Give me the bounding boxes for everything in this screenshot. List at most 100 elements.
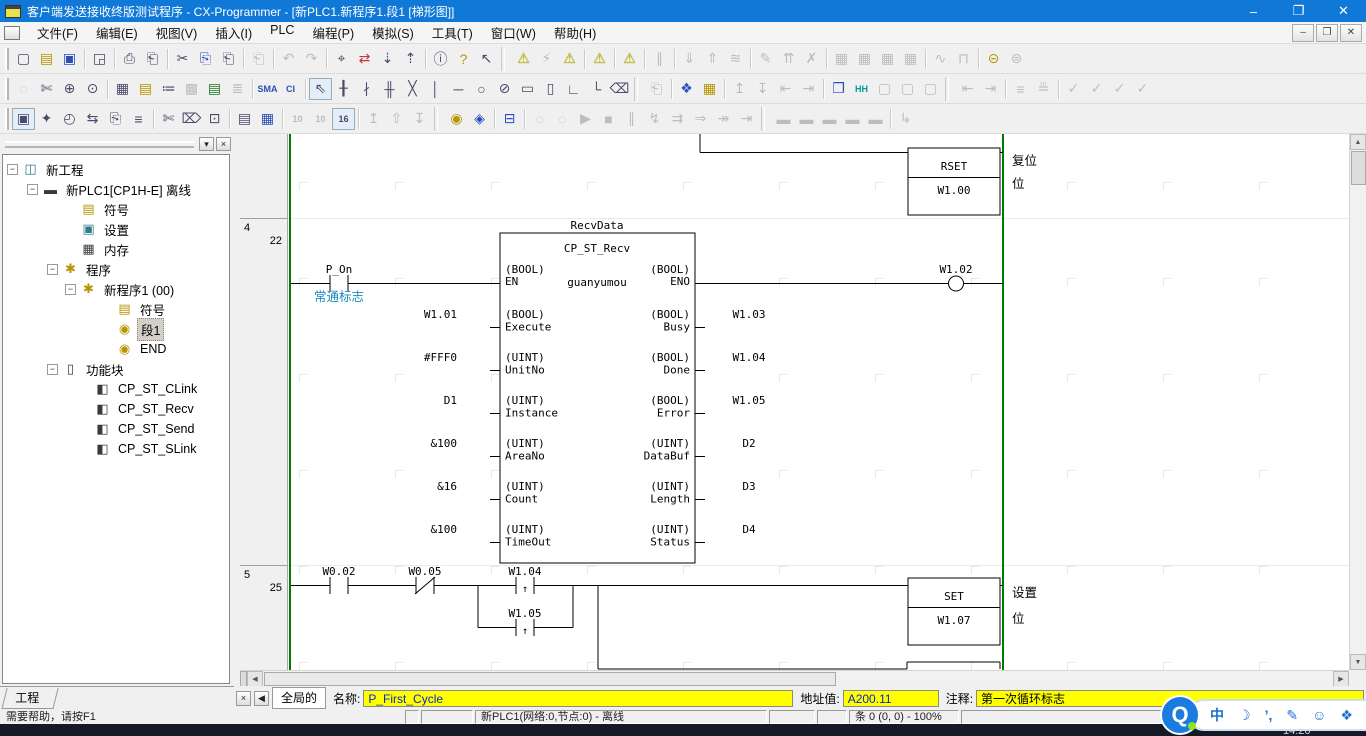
run-mode-button[interactable]: ▶ <box>574 108 597 130</box>
block-end-button[interactable]: ⇥ <box>797 78 820 100</box>
symbol-name-field[interactable]: P_First_Cycle <box>363 690 793 707</box>
new-coil-button[interactable]: ○ <box>470 78 493 100</box>
tree-item-fb-cp-st-clink[interactable]: ◧ CP_ST_CLink <box>3 379 229 399</box>
symbol-address-field[interactable]: A200.11 <box>843 690 939 707</box>
stop-mode-button[interactable]: ■ <box>597 108 620 130</box>
zoom-tool-button[interactable]: ✄ <box>35 78 58 100</box>
toolbar-grip[interactable] <box>5 108 9 130</box>
online-edit-button[interactable]: ✎ <box>754 48 777 70</box>
new-file-button[interactable]: ▢ <box>12 48 35 70</box>
toolbar-gap[interactable] <box>498 48 512 70</box>
pause-mode-button[interactable]: ∥ <box>620 108 643 130</box>
scroll-down-button[interactable]: ▼ <box>1350 654 1366 670</box>
menu-help[interactable]: 帮助(H) <box>545 20 605 45</box>
ime-halfwidth-icon[interactable]: ☽ <box>1238 707 1251 724</box>
time-chart-button[interactable]: ⊓ <box>952 48 975 70</box>
step-in-button[interactable]: ⇉ <box>666 108 689 130</box>
menu-simulation[interactable]: 模拟(S) <box>363 20 423 45</box>
pane-splitter-handle[interactable] <box>240 671 247 687</box>
toggle-output-button[interactable]: ✦ <box>35 108 58 130</box>
pause-button[interactable]: ∥ <box>648 48 671 70</box>
ime-language-icon[interactable]: 中 <box>1210 705 1224 725</box>
toggle-watch-button[interactable]: ◴ <box>58 108 81 130</box>
toolbar-gap[interactable] <box>758 108 772 130</box>
differential-monitor-button[interactable]: ∿ <box>929 48 952 70</box>
horizontal-scroll-thumb[interactable] <box>264 672 836 686</box>
tree-item-settings[interactable]: ▣ 设置 <box>3 219 229 239</box>
workspace-dropdown-button[interactable]: ▾ <box>199 137 214 151</box>
diff-3-button[interactable]: ✓ <box>1108 78 1131 100</box>
diff-4-button[interactable]: ✓ <box>1131 78 1154 100</box>
new-function-button[interactable]: ∟ <box>562 78 585 100</box>
insert-program-button[interactable]: ❖ <box>675 78 698 100</box>
hex-display-button[interactable]: 16 <box>332 108 355 130</box>
new-pt-instruction-button[interactable]: ▯ <box>539 78 562 100</box>
menu-insert[interactable]: 插入(I) <box>206 20 261 45</box>
ime-punctuation-icon[interactable]: ’, <box>1265 707 1273 723</box>
return-line-button[interactable]: └ <box>585 78 608 100</box>
mdi-restore-button[interactable]: ❐ <box>1316 24 1338 42</box>
pause-trigger-button[interactable]: ◌ <box>551 108 574 130</box>
timer-counter-button[interactable]: ▦ <box>698 78 721 100</box>
cut-button[interactable]: ✂ <box>171 48 194 70</box>
tree-item-project[interactable]: − ◫ 新工程 <box>3 159 229 179</box>
align-top-button[interactable]: ≞ <box>1032 78 1055 100</box>
insert-rung-button[interactable]: ✄ <box>157 108 180 130</box>
clock-set-button[interactable]: ▬ <box>841 108 864 130</box>
align-list-button[interactable]: ≡ <box>1009 78 1032 100</box>
force-set-2-button[interactable]: ⇧ <box>385 108 408 130</box>
step-run-button[interactable]: ↯ <box>643 108 666 130</box>
program-check-button[interactable]: ⚠ <box>558 48 581 70</box>
tree-expander[interactable]: − <box>47 264 58 275</box>
fb-protect-button[interactable]: ▢ <box>919 78 942 100</box>
menu-file[interactable]: 文件(F) <box>28 20 87 45</box>
ci-view-button[interactable]: CI <box>279 78 302 100</box>
force-cancel-button[interactable]: ↧ <box>408 108 431 130</box>
minimize-button[interactable]: – <box>1231 0 1276 22</box>
print-button[interactable]: ⎙ <box>118 48 141 70</box>
tree-expander[interactable] <box>79 404 90 415</box>
paste-attributes-button[interactable]: ⎗ <box>247 48 270 70</box>
rset-operand[interactable]: W1.00 <box>937 184 970 197</box>
undo-button[interactable]: ↶ <box>277 48 300 70</box>
zoom-in-button[interactable]: ⊕ <box>58 78 81 100</box>
tree-expander[interactable] <box>79 384 90 395</box>
compile-program-button[interactable]: ⚠ <box>512 48 535 70</box>
set-mnemonic[interactable]: SET <box>944 590 964 603</box>
block-up-button[interactable]: ↥ <box>728 78 751 100</box>
ime-logo-icon[interactable]: Q <box>1160 695 1200 735</box>
diff-1-button[interactable]: ✓ <box>1062 78 1085 100</box>
tree-expander[interactable] <box>101 304 112 315</box>
transfer-from-plc-button[interactable]: ⇑ <box>701 48 724 70</box>
help-button[interactable]: ? <box>452 48 475 70</box>
continuous-step-button[interactable]: ↠ <box>712 108 735 130</box>
scroll-up-button[interactable]: ▲ <box>1350 134 1366 150</box>
redo-button[interactable]: ↷ <box>300 48 323 70</box>
new-instruction-button[interactable]: ▭ <box>516 78 539 100</box>
tree-item-function-blocks[interactable]: − ▯ 功能块 <box>3 359 229 379</box>
tree-item-fb-cp-st-send[interactable]: ◧ CP_ST_Send <box>3 419 229 439</box>
zoom-to-fit-button[interactable]: ⊙ <box>81 78 104 100</box>
rset-mnemonic[interactable]: RSET <box>941 160 968 173</box>
rung-annotation-button[interactable]: ≔ <box>157 78 180 100</box>
pause-monitoring-button[interactable]: ◌ <box>528 108 551 130</box>
copy-button[interactable]: ⎘ <box>194 48 217 70</box>
fb-io-button[interactable]: ▢ <box>873 78 896 100</box>
toggle-workspace-button[interactable]: ▣ <box>12 108 35 130</box>
select-mode-button[interactable]: ⇖ <box>309 78 332 100</box>
tree-item-end[interactable]: ◉ END <box>3 339 229 359</box>
save-button[interactable]: ▣ <box>58 48 81 70</box>
mdi-child-icon[interactable] <box>4 26 20 40</box>
local-symbols-button[interactable]: ≣ <box>226 78 249 100</box>
signed-decimal-display-button[interactable]: 10 <box>309 108 332 130</box>
rung-comment-button[interactable]: ⊡ <box>203 108 226 130</box>
tree-expander[interactable]: − <box>65 284 76 295</box>
print-preview-button[interactable]: ⎗ <box>141 48 164 70</box>
monitor-window-2-button[interactable]: ▦ <box>853 48 876 70</box>
decimal-display-button[interactable]: 10 <box>286 108 309 130</box>
ime-emoji-icon[interactable]: ☺ <box>1312 707 1326 723</box>
compare-program-button[interactable]: ⚠ <box>588 48 611 70</box>
ladder-vertical-scrollbar[interactable]: ▲ ▼ <box>1349 134 1366 670</box>
ladder-horizontal-scrollbar[interactable]: ◀ ▶ <box>240 670 1349 686</box>
outdent-button[interactable]: ⇤ <box>956 78 979 100</box>
